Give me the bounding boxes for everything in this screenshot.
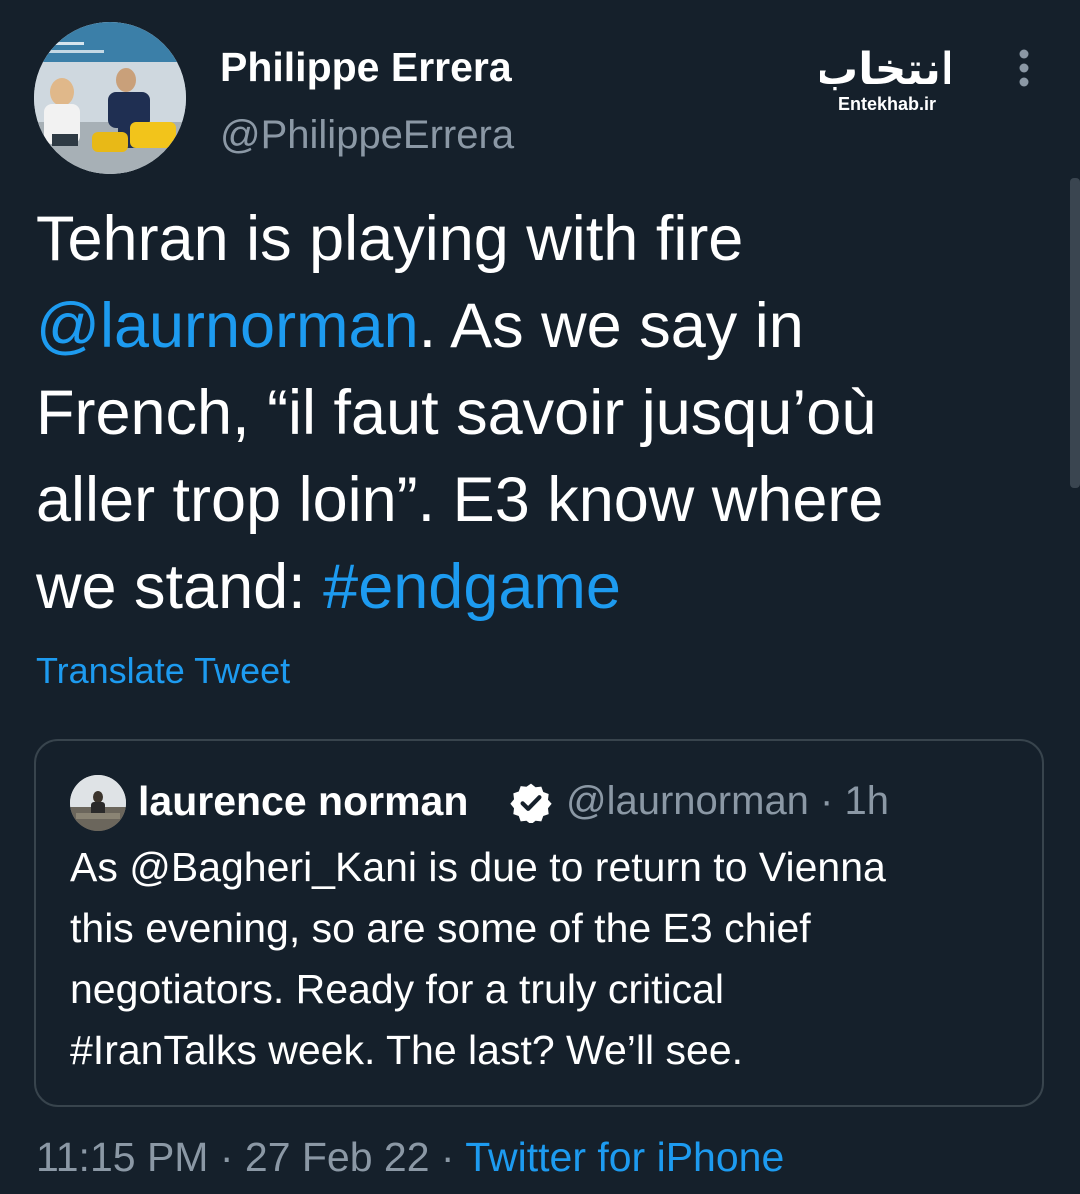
tweet-line-1: Tehran is playing with fire bbox=[36, 204, 744, 274]
quoted-tweet-text: As @Bagheri_Kani is due to return to Vie… bbox=[70, 837, 1030, 1081]
tweet-source-link[interactable]: Twitter for iPhone bbox=[465, 1134, 784, 1180]
tweet-date[interactable]: 27 Feb 22 bbox=[245, 1134, 430, 1180]
quoted-handle[interactable]: @laurnorman bbox=[566, 779, 809, 823]
quoted-author-avatar[interactable] bbox=[70, 775, 126, 831]
footer-separator-1: · bbox=[208, 1134, 245, 1180]
watermark-logo-text: انتخاب bbox=[820, 44, 950, 95]
quoted-author-name[interactable]: laurence norman bbox=[138, 777, 468, 825]
translate-tweet-link[interactable]: Translate Tweet bbox=[36, 648, 290, 694]
quoted-line-2: this evening, so are some of the E3 chie… bbox=[70, 905, 811, 951]
quoted-line-4: #IranTalks week. The last? We’ll see. bbox=[70, 1027, 744, 1073]
entekhab-logo-icon: انتخاب bbox=[814, 44, 956, 95]
quoted-line-3: negotiators. Ready for a truly critical bbox=[70, 966, 724, 1012]
tweet-line-5: we stand: #endgame bbox=[36, 544, 1036, 631]
quoted-line-1: As @Bagheri_Kani is due to return to Vie… bbox=[70, 844, 886, 890]
tweet-line-5-text: we stand: bbox=[36, 552, 324, 622]
avatar-photo bbox=[34, 22, 186, 174]
verified-badge-icon bbox=[510, 781, 552, 825]
quoted-separator: · bbox=[808, 779, 845, 823]
tweet-line-2-text: . As we say in bbox=[418, 291, 804, 361]
tweet-text: Tehran is playing with fire @laurnorman.… bbox=[36, 196, 1036, 631]
scrollbar[interactable] bbox=[1070, 178, 1080, 488]
tweet-line-3: French, “il faut savoir jusqu’où bbox=[36, 378, 877, 448]
author-handle[interactable]: @PhilippeErrera bbox=[220, 110, 514, 160]
author-avatar[interactable] bbox=[34, 22, 186, 174]
tweet-time[interactable]: 11:15 PM bbox=[36, 1134, 208, 1180]
mention-link[interactable]: @laurnorman bbox=[36, 291, 419, 361]
tweet-line-2: @laurnorman. As we say in bbox=[36, 283, 1036, 370]
tweet-line-4: aller trop loin”. E3 know where bbox=[36, 465, 884, 535]
tweet-metadata: 11:15 PM · 27 Feb 22 · Twitter for iPhon… bbox=[36, 1132, 784, 1182]
more-vertical-icon bbox=[1019, 49, 1029, 87]
more-options-button[interactable] bbox=[1004, 46, 1044, 92]
watermark-caption: Entekhab.ir bbox=[838, 94, 937, 114]
hashtag-link[interactable]: #endgame bbox=[323, 552, 621, 622]
quoted-tweet-card[interactable]: laurence norman @laurnorman · 1h As @Bag… bbox=[34, 739, 1044, 1107]
footer-separator-2: · bbox=[429, 1134, 466, 1180]
author-display-name[interactable]: Philippe Errera bbox=[220, 42, 512, 92]
quoted-time[interactable]: 1h bbox=[844, 779, 889, 823]
quoted-meta: @laurnorman · 1h bbox=[566, 777, 889, 825]
quoted-avatar-photo bbox=[70, 775, 126, 831]
